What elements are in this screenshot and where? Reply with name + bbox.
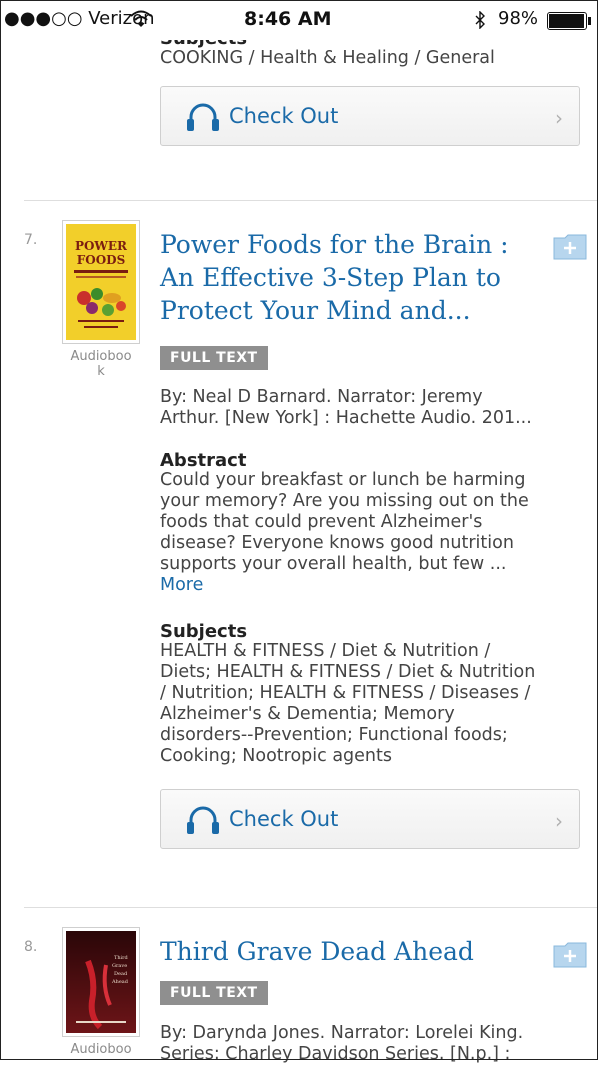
screen-border [0, 0, 598, 1060]
